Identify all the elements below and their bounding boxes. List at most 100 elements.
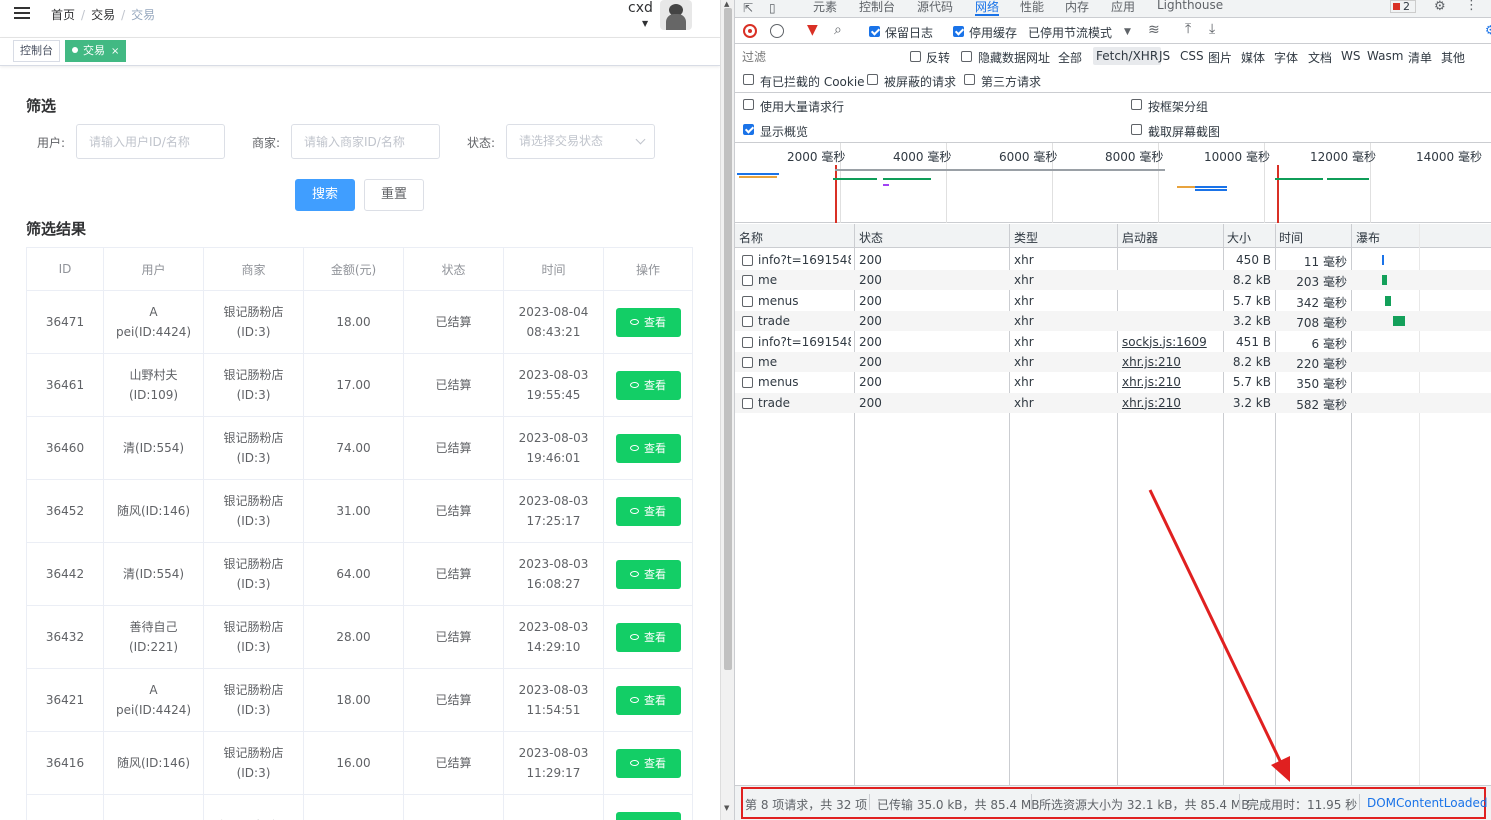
tab-lighthouse[interactable]: Lighthouse	[1157, 0, 1223, 12]
scrollbar-thumb[interactable]	[724, 8, 732, 670]
view-button[interactable]: 查看	[615, 496, 681, 526]
type-wasm[interactable]: Wasm	[1367, 49, 1403, 63]
request-row[interactable]: me 200 xhr xhr.js:210 8.2 kB 220 毫秒	[735, 352, 1491, 372]
request-initiator[interactable]: sockjs.js:1609	[1122, 335, 1220, 349]
blocked-cookies-checkbox[interactable]	[743, 74, 754, 85]
col-type[interactable]: 类型	[1014, 229, 1038, 246]
request-row[interactable]: trade 200 xhr xhr.js:210 3.2 kB 582 毫秒	[735, 392, 1491, 413]
more-menu-icon[interactable]: ⋮	[1465, 0, 1478, 13]
record-icon[interactable]	[743, 24, 757, 38]
tab-memory[interactable]: 内存	[1065, 0, 1089, 15]
device-toggle-icon[interactable]: ▯	[769, 1, 776, 15]
page-scrollbar[interactable]: ▲ ▼	[720, 0, 734, 820]
request-status: 200	[859, 395, 882, 410]
filter-input[interactable]	[739, 48, 897, 66]
view-button[interactable]: 查看	[615, 370, 681, 400]
view-button[interactable]: 查看	[615, 748, 681, 778]
request-initiator[interactable]: xhr.js:210	[1122, 355, 1220, 369]
screenshots-checkbox[interactable]	[1131, 124, 1142, 135]
tab-application[interactable]: 应用	[1111, 0, 1135, 15]
waterfall-bar	[1385, 295, 1391, 306]
user-input[interactable]	[76, 124, 225, 159]
view-button[interactable]: 查看	[615, 685, 681, 715]
type-ws[interactable]: WS	[1341, 49, 1360, 63]
view-button[interactable]: 查看	[615, 811, 681, 820]
request-initiator[interactable]: xhr.js:210	[1122, 396, 1220, 410]
col-initiator[interactable]: 启动器	[1122, 229, 1158, 246]
clear-icon[interactable]	[770, 24, 784, 38]
request-initiator[interactable]: xhr.js:210	[1122, 375, 1220, 389]
view-button[interactable]: 查看	[615, 622, 681, 652]
scroll-down-icon[interactable]: ▼	[724, 804, 729, 812]
request-row[interactable]: me 200 xhr 8.2 kB 203 毫秒	[735, 270, 1491, 291]
throttle-dropdown-icon[interactable]: ▼	[1124, 25, 1131, 39]
breadcrumb-current: 交易	[131, 8, 156, 22]
status-select[interactable]: 请选择交易状态	[506, 124, 655, 159]
tab-performance[interactable]: 性能	[1020, 0, 1044, 15]
type-other[interactable]: 其他	[1441, 49, 1465, 66]
settings-gear-icon[interactable]: ⚙	[1434, 0, 1446, 14]
type-img[interactable]: 图片	[1208, 49, 1232, 66]
show-overview-checkbox[interactable]	[743, 124, 754, 135]
cell-time: 2023-08-03 11:54:51	[503, 668, 604, 732]
breadcrumb-trade-group[interactable]: 交易	[91, 8, 115, 22]
type-all[interactable]: 全部	[1058, 49, 1082, 66]
disable-cache-checkbox[interactable]	[953, 26, 964, 37]
reset-button[interactable]: 重置	[364, 179, 424, 211]
breadcrumb-home[interactable]: 首页	[51, 8, 75, 22]
request-row[interactable]: menus 200 xhr 5.7 kB 342 毫秒	[735, 291, 1491, 311]
large-rows-checkbox[interactable]	[743, 99, 754, 110]
tab-console[interactable]: 控制台	[859, 0, 895, 15]
col-size[interactable]: 大小	[1227, 229, 1251, 246]
filter-funnel-icon[interactable]: ▼	[807, 23, 818, 37]
group-by-frame-checkbox[interactable]	[1131, 99, 1142, 110]
search-button[interactable]: 搜索	[295, 179, 355, 211]
tab-sources[interactable]: 源代码	[917, 0, 953, 15]
tag-trade[interactable]: 交易 ×	[65, 40, 127, 62]
type-font[interactable]: 字体	[1274, 49, 1298, 66]
menu-toggle-icon[interactable]	[14, 7, 30, 21]
request-row[interactable]: trade 200 xhr 3.2 kB 708 毫秒	[735, 311, 1491, 332]
avatar[interactable]	[660, 0, 692, 30]
blocked-requests-checkbox[interactable]	[867, 74, 878, 85]
col-time[interactable]: 时间	[1279, 229, 1303, 246]
tag-console[interactable]: 控制台	[13, 40, 60, 62]
request-row[interactable]: info?t=1691548... 200 xhr 450 B 11 毫秒	[735, 250, 1491, 270]
col-name[interactable]: 名称	[739, 229, 763, 246]
type-manifest[interactable]: 清单	[1408, 49, 1432, 66]
download-icon[interactable]: ⤓	[1209, 22, 1215, 36]
type-fetch-xhr[interactable]: Fetch/XHR	[1093, 47, 1162, 65]
request-size: 451 B	[1236, 334, 1271, 349]
view-button[interactable]: 查看	[615, 307, 681, 337]
type-js[interactable]: JS	[1159, 49, 1170, 63]
settings-icon[interactable]: ⚙	[1485, 23, 1491, 37]
scroll-up-icon[interactable]: ▲	[724, 0, 729, 8]
upload-icon[interactable]: ⤒	[1185, 22, 1191, 36]
tab-network[interactable]: 网络	[975, 0, 1000, 16]
inspect-icon[interactable]: ⇱	[743, 1, 753, 15]
preserve-log-checkbox[interactable]	[869, 26, 880, 37]
hide-data-urls-checkbox[interactable]	[961, 51, 972, 62]
close-icon[interactable]: ×	[111, 46, 119, 57]
type-media[interactable]: 媒体	[1241, 49, 1265, 66]
col-waterfall[interactable]: 瀑布	[1356, 229, 1380, 246]
throttle-select[interactable]: 已停用节流模式	[1028, 24, 1112, 41]
network-conditions-icon[interactable]: ≋	[1148, 23, 1160, 37]
merchant-input[interactable]	[291, 124, 440, 159]
caret-down-icon[interactable]: ▼	[642, 19, 648, 28]
tab-elements[interactable]: 元素	[813, 0, 837, 15]
request-row[interactable]: info?t=1691548... 200 xhr sockjs.js:1609 451…	[735, 332, 1491, 352]
view-button[interactable]: 查看	[615, 433, 681, 463]
type-doc[interactable]: 文档	[1308, 49, 1332, 66]
search-icon[interactable]: ⌕	[834, 23, 842, 37]
table-row: 36471 A pei(ID:4424) 银记肠粉店(ID:3) 18.00 已结算 20…	[26, 290, 693, 354]
type-css[interactable]: CSS	[1180, 49, 1204, 63]
view-button[interactable]: 查看	[615, 559, 681, 589]
request-row[interactable]: menus 200 xhr xhr.js:210 5.7 kB 350 毫秒	[735, 372, 1491, 392]
username[interactable]: cxd	[628, 0, 653, 16]
error-badge[interactable]: 2	[1390, 0, 1416, 13]
third-party-checkbox[interactable]	[964, 74, 975, 85]
col-status[interactable]: 状态	[859, 229, 883, 246]
invert-checkbox[interactable]	[910, 51, 921, 62]
network-overview[interactable]: 2000 毫秒 4000 毫秒 6000 毫秒 8000 毫秒 10000 毫秒…	[735, 143, 1491, 223]
